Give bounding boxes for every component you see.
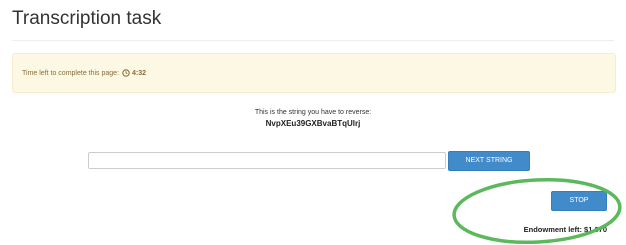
next-string-button[interactable]: NEXT STRING	[448, 151, 530, 171]
target-string: NvpXEu39GXBvaBTqUlrj	[265, 119, 361, 128]
timer-label: Time left to complete this page:	[22, 69, 120, 77]
stop-button[interactable]: STOP	[551, 191, 607, 211]
timer-value: 4:32	[132, 69, 147, 77]
clock-icon	[122, 69, 130, 77]
task-instruction: This is the string you have to reverse:	[254, 109, 372, 116]
answer-input[interactable]	[88, 152, 446, 169]
timer-alert: Time left to complete this page: 4:32	[12, 53, 616, 93]
endowment-label: Endowment left: $1.370	[523, 225, 607, 234]
page-title: Transcription task	[12, 8, 162, 29]
title-divider	[12, 40, 614, 41]
